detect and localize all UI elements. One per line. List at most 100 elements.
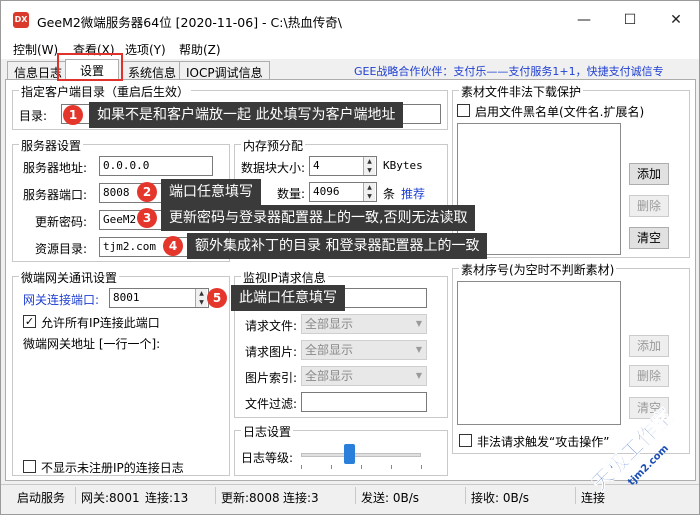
log-level-tick (361, 465, 362, 469)
log-settings-title: 日志设置 (241, 423, 294, 440)
status-gateway-conn: 连接:13 (145, 491, 189, 505)
blacklist-add-button[interactable]: 添加 (629, 163, 669, 185)
req-file-value: 全部显示 (305, 317, 354, 331)
allow-all-ip-checkbox[interactable]: ✓ (23, 315, 36, 328)
hide-unregistered-label: 不显示未注册IP的连接日志 (41, 461, 184, 475)
block-size-spinner[interactable]: ▲ ▼ (363, 157, 375, 175)
studio-watermark: 天极工作室 tjm2.com (579, 396, 699, 515)
server-addr-input[interactable]: 0.0.0.0 (99, 156, 213, 176)
req-img-chevron-down-icon: ▼ (415, 345, 422, 354)
file-filter-input[interactable] (301, 392, 427, 412)
server-addr-label: 服务器地址: (23, 161, 88, 175)
callout-badge-4: 4 (163, 236, 183, 256)
minimize-button[interactable]: — (561, 1, 607, 39)
maximize-button[interactable]: ☐ (607, 1, 653, 39)
callout-text-3: 更新密码与登录器配置器上的一致,否则无法读取 (161, 205, 476, 231)
server-settings-title: 服务器设置 (19, 137, 84, 154)
req-img-select[interactable]: 全部显示 ▼ (301, 340, 427, 360)
update-password-label: 更新密码: (35, 215, 88, 229)
log-level-slider[interactable] (344, 444, 355, 464)
callout-text-5: 此端口任意填写 (231, 285, 345, 311)
hide-unregistered-checkbox[interactable] (23, 460, 36, 473)
img-index-label: 图片索引: (245, 371, 298, 385)
tab-system-info[interactable]: 系统信息 (121, 61, 184, 80)
app-icon: DX (13, 12, 29, 28)
material-title: 素材序号(为空时不判断素材) (459, 261, 617, 278)
download-protect-group: 素材文件非法下载保护 启用文件黑名单(文件名.扩展名) 添加 删除 清空 (452, 83, 690, 258)
img-index-value: 全部显示 (305, 369, 354, 383)
block-count-unit: 条 (383, 187, 396, 201)
log-level-tick (391, 465, 392, 469)
gateway-group: 微端网关通讯设置 网关连接端口: 8001 ▲ ▼ ✓ 允许所有IP连接此端口 微… (12, 269, 230, 476)
img-index-chevron-down-icon: ▼ (415, 371, 422, 380)
status-divider (75, 487, 76, 504)
app-window: DX GeeM2微端服务器64位 [2020-11-06] - C:\热血传奇\… (0, 0, 700, 515)
memory-title: 内存预分配 (241, 137, 306, 154)
menu-help[interactable]: 帮助(Z) (179, 41, 221, 58)
blacklist-label: 启用文件黑名单(文件名.扩展名) (475, 105, 645, 119)
status-update-conn: 连接:3 (283, 491, 319, 505)
gateway-title: 微端网关通讯设置 (19, 269, 120, 286)
status-divider (215, 487, 216, 504)
status-gateway: 网关:8001 (81, 491, 140, 505)
gateway-port-input[interactable]: 8001 (109, 288, 209, 308)
file-filter-label: 文件过滤: (245, 397, 298, 411)
material-add-button[interactable]: 添加 (629, 335, 669, 357)
attack-trigger-checkbox[interactable] (459, 434, 472, 447)
partner-marquee: GEE战略合作伙伴：支付乐——支付服务1+1，快捷支付诚信专 (354, 65, 664, 78)
block-count-spinner[interactable]: ▲ ▼ (363, 183, 375, 201)
tab-settings-highlight (57, 53, 123, 81)
title-bar: DX GeeM2微端服务器64位 [2020-11-06] - C:\热血传奇\… (1, 1, 699, 39)
window-title: GeeM2微端服务器64位 [2020-11-06] - C:\热血传奇\ (37, 15, 342, 30)
req-img-label: 请求图片: (245, 345, 298, 359)
callout-badge-3: 3 (137, 208, 157, 228)
log-level-tick (421, 465, 422, 469)
req-file-select[interactable]: 全部显示 ▼ (301, 314, 427, 334)
gateway-port-label: 网关连接端口: (23, 293, 100, 307)
allow-all-ip-label: 允许所有IP连接此端口 (41, 316, 160, 330)
block-size-label: 数据块大小: (241, 161, 306, 175)
client-dir-title: 指定客户端目录（重启后生效） (19, 83, 192, 100)
blacklist-checkbox[interactable] (457, 104, 470, 117)
close-button[interactable]: ✕ (653, 1, 699, 39)
log-level-tick (301, 465, 302, 469)
req-file-chevron-down-icon: ▼ (415, 319, 422, 328)
monitor-title: 监视IP请求信息 (241, 269, 328, 286)
tab-iocp-debug[interactable]: IOCP调试信息 (179, 61, 270, 80)
callout-badge-5: 5 (207, 288, 227, 308)
menu-options[interactable]: 选项(Y) (125, 41, 166, 58)
req-file-label: 请求文件: (245, 319, 298, 333)
blacklist-clear-button[interactable]: 清空 (629, 227, 669, 249)
status-start: 启动服务 (17, 491, 66, 505)
callout-badge-2: 2 (137, 182, 157, 202)
callout-text-2: 端口任意填写 (161, 179, 261, 205)
status-divider (575, 487, 576, 504)
log-level-tick (331, 465, 332, 469)
download-protect-title: 素材文件非法下载保护 (459, 83, 584, 100)
status-send: 发送: 0B/s (361, 491, 420, 505)
material-delete-button[interactable]: 删除 (629, 365, 669, 387)
img-index-select[interactable]: 全部显示 ▼ (301, 366, 427, 386)
gateway-addr-textarea[interactable] (21, 353, 221, 453)
callout-text-4: 额外集成补丁的目录 和登录器配置器上的一致 (187, 233, 488, 259)
block-count-label: 数量: (277, 187, 306, 201)
blacklist-delete-button[interactable]: 删除 (629, 195, 669, 217)
server-port-label: 服务器端口: (23, 188, 88, 202)
log-level-label: 日志等级: (241, 451, 294, 465)
resource-dir-label: 资源目录: (35, 242, 88, 256)
log-settings-group: 日志设置 日志等级: (234, 423, 448, 476)
block-size-unit: KBytes (383, 159, 423, 172)
memory-group: 内存预分配 数据块大小: 4 ▲ ▼ KBytes 数量: 4096 ▲ ▼ 条 推… (234, 137, 448, 206)
menu-control[interactable]: 控制(W) (13, 41, 58, 58)
gateway-addr-label: 微端网关地址 [一行一个]: (23, 337, 161, 351)
client-dir-label: 目录: (19, 109, 48, 123)
log-level-track[interactable] (301, 453, 421, 457)
callout-text-1: 如果不是和客户端放一起 此处填写为客户端地址 (89, 102, 404, 128)
callout-badge-1: 1 (63, 105, 83, 125)
gateway-port-spinner[interactable]: ▲ ▼ (195, 289, 207, 307)
status-divider (355, 487, 356, 504)
status-update: 更新:8008 (221, 491, 280, 505)
status-divider (465, 487, 466, 504)
recommend-link[interactable]: 推荐 (401, 185, 425, 202)
req-img-value: 全部显示 (305, 343, 354, 357)
